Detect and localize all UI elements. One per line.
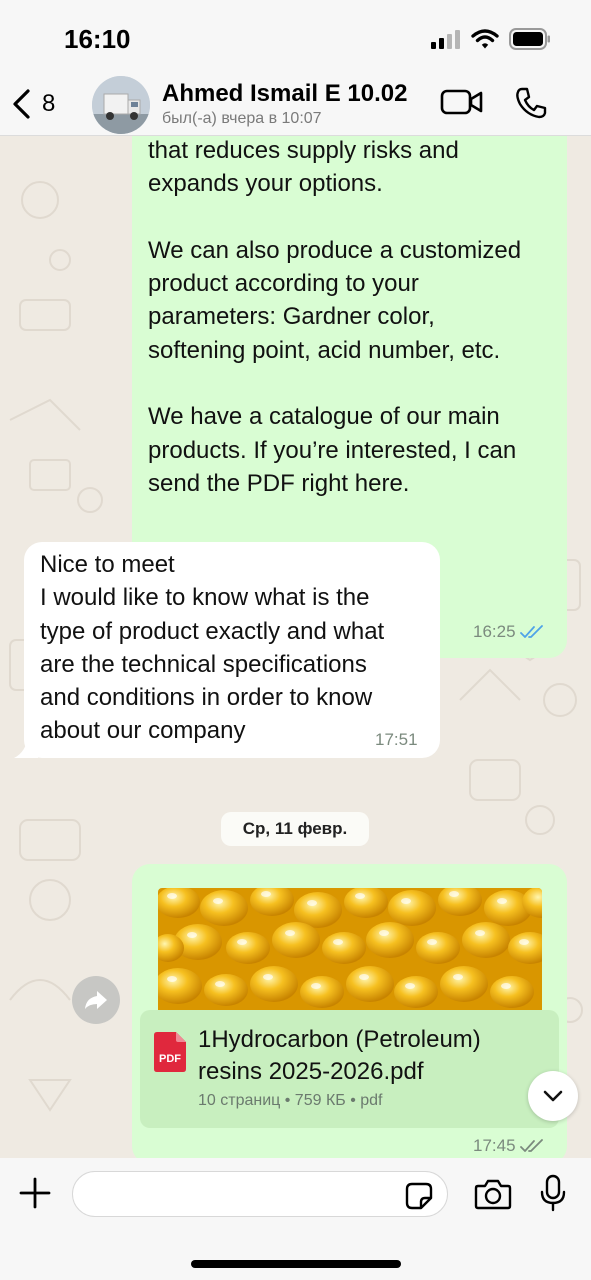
voice-call-button[interactable]: [514, 86, 548, 125]
message-meta: 17:51: [375, 730, 418, 750]
home-indicator: [191, 1260, 401, 1268]
forward-arrow-icon: [85, 991, 107, 1009]
scroll-to-bottom-button[interactable]: [528, 1071, 578, 1121]
message-input[interactable]: [87, 1180, 387, 1208]
document-info[interactable]: PDF 1Hydrocarbon (Petroleum) resins 2025…: [140, 1010, 559, 1128]
unread-count: 8: [42, 90, 56, 117]
delivered-ticks-icon: [519, 1139, 543, 1152]
message-input-field[interactable]: [72, 1171, 448, 1217]
back-button[interactable]: 8: [10, 84, 55, 124]
status-bar: 16:10: [0, 0, 591, 76]
camera-icon: [474, 1179, 512, 1210]
pdf-file-icon: PDF: [154, 1032, 186, 1072]
incoming-message[interactable]: Nice to meet I would like to know what i…: [24, 542, 440, 758]
message-time: 17:45: [473, 1136, 516, 1155]
message-time: 17:51: [375, 730, 418, 749]
sticker-icon: [405, 1182, 433, 1210]
video-call-button[interactable]: [440, 88, 484, 121]
date-separator: Ср, 11 февр.: [221, 812, 369, 846]
signal-icon: [431, 30, 460, 49]
battery-icon: [509, 28, 550, 50]
document-details: 10 страниц • 759 КБ • pdf: [198, 1092, 383, 1109]
contact-last-seen: был(-а) вчера в 10:07: [162, 110, 322, 127]
message-meta: 16:25: [473, 622, 546, 642]
message-text: Nice to meet I would like to know what i…: [40, 551, 385, 745]
resin-granules-image: [158, 888, 542, 1010]
status-time: 16:10: [64, 24, 131, 54]
message-time: 16:25: [473, 622, 516, 641]
outgoing-document-message[interactable]: PDF 1Hydrocarbon (Petroleum) resins 2025…: [132, 864, 567, 1158]
chevron-left-icon: [13, 89, 30, 119]
chevron-down-icon: [543, 1090, 563, 1102]
attach-button[interactable]: [18, 1176, 52, 1215]
message-input-bar: [0, 1158, 591, 1280]
avatar[interactable]: [92, 76, 150, 134]
microphone-button[interactable]: [540, 1174, 566, 1217]
chat-header: 8 Ahmed Ismail E 10.02 был(-а) вчера в 1…: [0, 76, 591, 136]
document-name: 1Hydrocarbon (Petroleum) resins 2025-202…: [198, 1026, 481, 1085]
status-icons: [431, 26, 551, 52]
document-preview[interactable]: [158, 888, 542, 1010]
phone-icon: [516, 87, 547, 119]
microphone-icon: [540, 1174, 566, 1212]
sticker-button[interactable]: [405, 1182, 433, 1215]
plus-icon: [19, 1177, 51, 1209]
truck-avatar-image: [92, 76, 150, 134]
pdf-file-type-label: PDF: [159, 1053, 181, 1065]
chat-area[interactable]: that reduces supply risks and expands yo…: [0, 136, 591, 1158]
wifi-icon: [471, 29, 499, 49]
message-text: that reduces supply risks and expands yo…: [148, 137, 522, 497]
read-ticks-icon: [519, 625, 543, 638]
message-meta: 17:45: [473, 1136, 546, 1156]
forward-button[interactable]: [72, 976, 120, 1024]
contact-name[interactable]: Ahmed Ismail E 10.02: [162, 80, 407, 108]
video-camera-icon: [440, 89, 483, 115]
camera-button[interactable]: [474, 1178, 512, 1215]
